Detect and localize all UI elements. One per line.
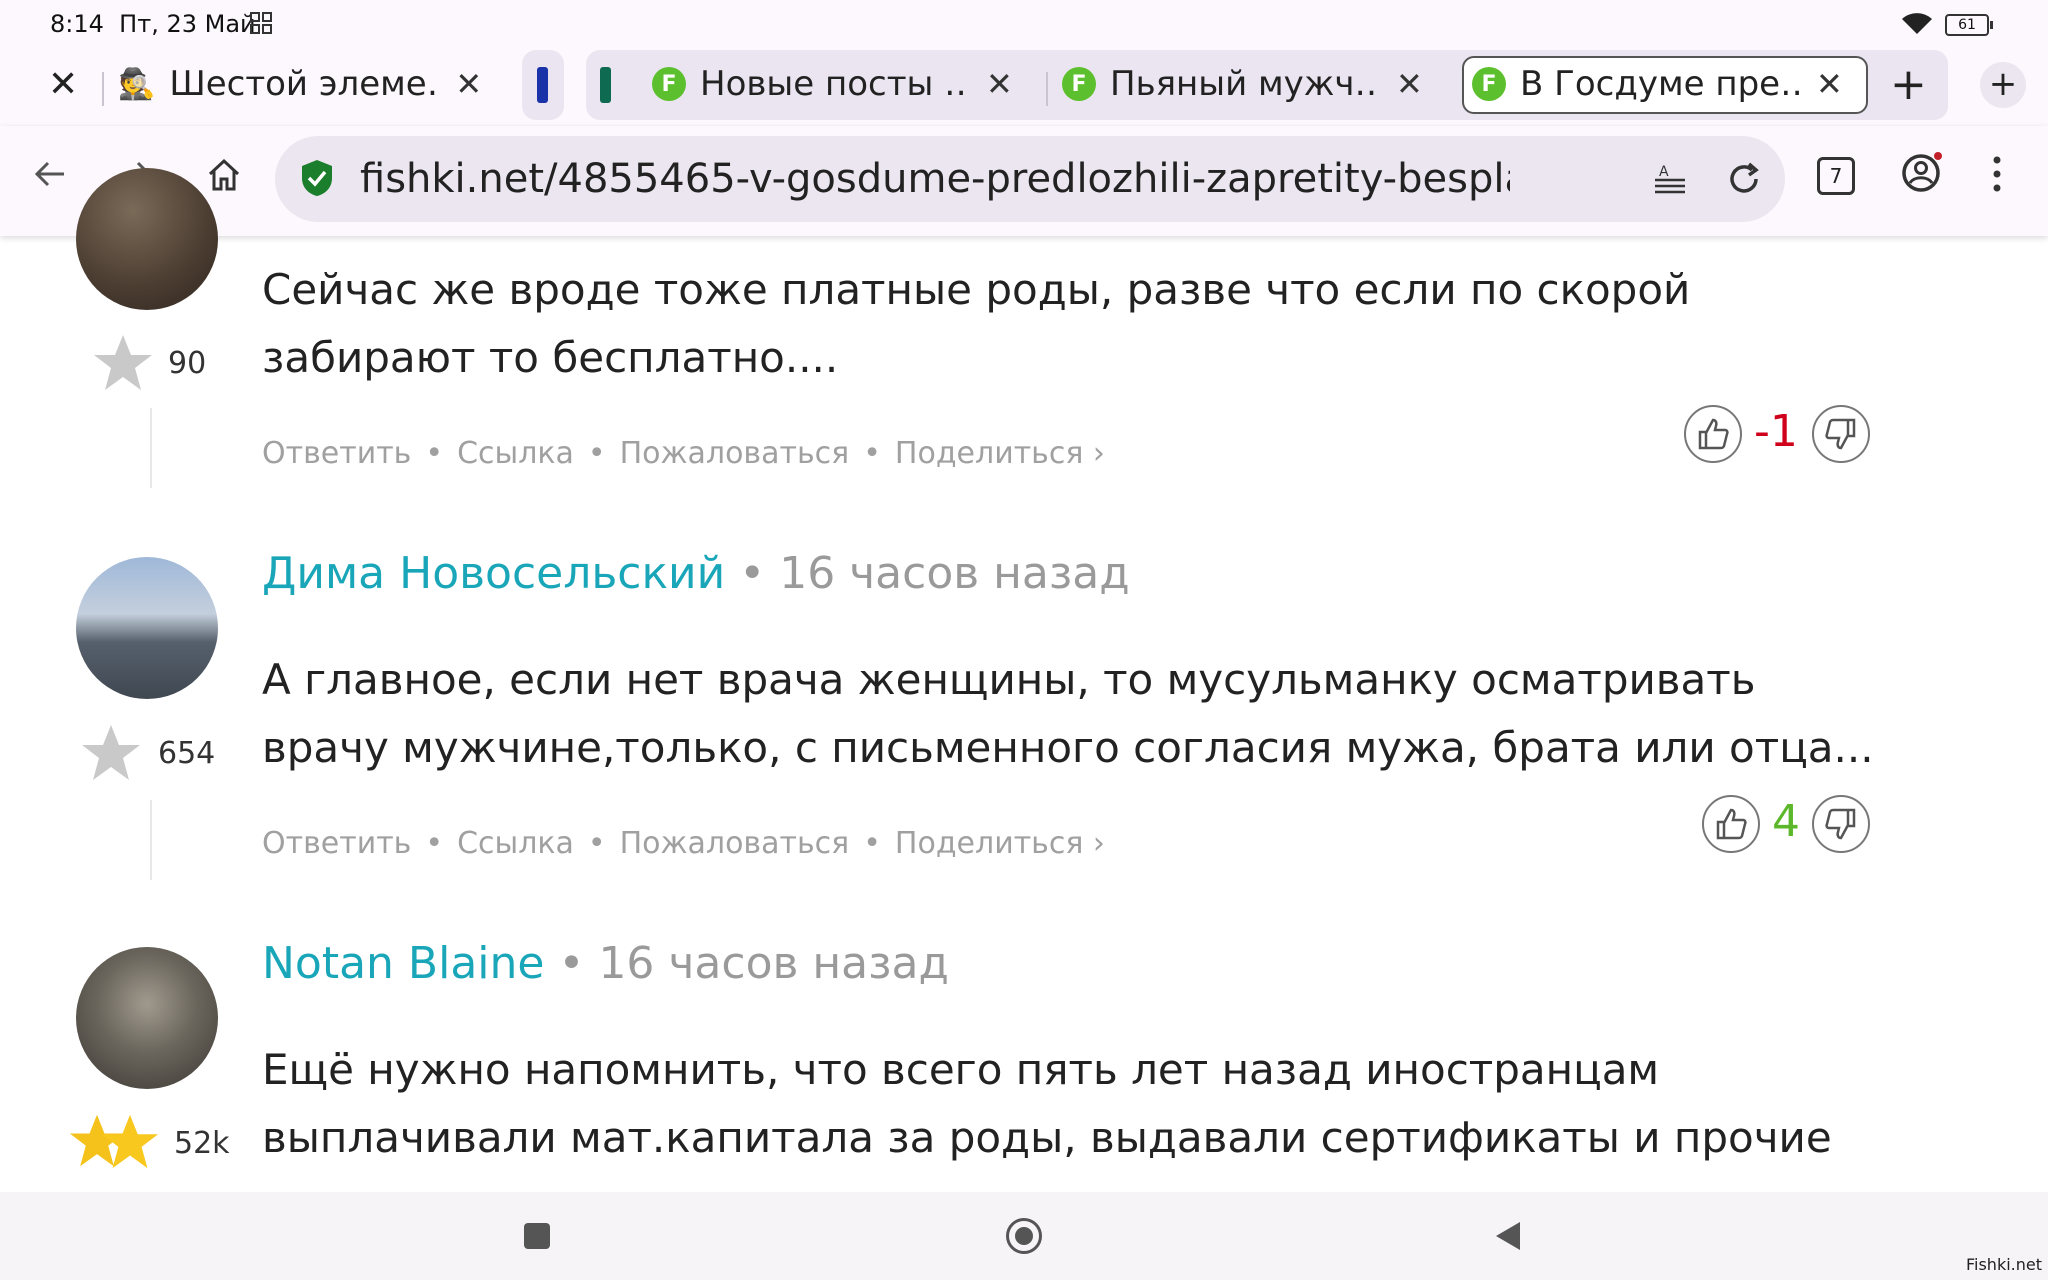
tab-shestoy-element[interactable]: 🕵 Шестой элеме… ✕ [118,56,488,112]
downvote-button[interactable] [1812,795,1870,853]
plus-icon: + [1988,64,2018,104]
back-triangle-icon[interactable] [1494,1220,1522,1252]
watermark: Fishki.net [1965,1255,2042,1274]
tab-strip: ✕ 🕵 Шестой элеме… ✕ F Новые посты … ✕ F … [0,46,2048,126]
comment-header: Notan Blaine • 16 часов назад [262,938,949,989]
menu-dots-icon[interactable] [1990,154,2004,194]
gold-star-icon [101,1114,159,1169]
reply-link[interactable]: Ответить [262,436,411,471]
close-icon: ✕ [48,63,79,105]
avatar[interactable] [76,168,218,310]
tab-pyany-muzhchina[interactable]: F Пьяный мужч… ✕ [1062,56,1434,112]
thumbs-down-icon [1825,808,1856,840]
tab-group-collapsed-blue[interactable] [522,50,564,120]
downvote-button[interactable] [1812,405,1870,463]
upvote-button[interactable] [1702,795,1760,853]
reload-icon[interactable] [1725,160,1763,198]
wifi-icon [1902,13,1932,34]
author-name[interactable]: Дима Новосельский [262,548,725,599]
comment-score: -1 [1754,406,1798,457]
comment-body: Сейчас же вроде тоже платные роды, разве… [262,265,1691,382]
home-dot-icon [1015,1227,1033,1245]
plus-icon: + [1890,58,1927,110]
tab-divider [102,72,104,106]
avatar[interactable] [76,947,218,1089]
blue-group-marker [537,67,548,103]
new-tab-button[interactable]: + [1980,62,2026,108]
tab-v-gosdume[interactable]: F В Госдуме пре… ✕ [1472,56,1856,112]
thumbs-up-icon [1698,418,1729,450]
fishki-favicon-icon: F [652,67,686,101]
thread-line [150,408,152,488]
report-link[interactable]: Пожаловаться [620,436,850,471]
tab-close-icon[interactable]: ✕ [986,65,1013,103]
emoji-favicon-icon: 🕵 [118,66,156,102]
user-rating: 654 [158,736,216,771]
new-tab-in-group-button[interactable]: + [1890,56,1927,112]
thumbs-up-icon [1716,808,1747,840]
avatar[interactable] [76,557,218,699]
share-link[interactable]: Поделиться › [895,826,1105,861]
fishki-favicon-icon: F [1472,67,1506,101]
comment-header: Дима Новосельский • 16 часов назад [262,548,1130,599]
close-tab-button[interactable]: ✕ [48,56,78,112]
comment-body: Ещё нужно напомнить, что всего пять лет … [262,1045,1832,1186]
share-link[interactable]: Поделиться › [895,436,1105,471]
tab-close-icon[interactable]: ✕ [1816,65,1843,103]
reply-link[interactable]: Ответить [262,826,411,861]
tab-close-icon[interactable]: ✕ [1396,65,1423,103]
system-nav-bar: Fishki.net [0,1192,2048,1280]
home-icon[interactable] [205,156,243,194]
author-name[interactable]: Notan Blaine [262,938,544,989]
tab-divider [1046,72,1048,106]
address-bar[interactable]: fishki.net/4855465-v-gosdume-predlozhili… [275,136,1785,222]
user-rating: 90 [168,346,207,381]
comment-time[interactable]: 16 часов назад [779,548,1129,599]
account-icon[interactable] [1900,152,1942,194]
permalink-link[interactable]: Ссылка [457,826,574,861]
back-arrow-icon[interactable] [32,156,68,192]
upvote-button[interactable] [1684,405,1742,463]
browser-toolbar: fishki.net/4855465-v-gosdume-predlozhili… [0,126,2048,236]
thread-line [150,800,152,880]
star-icon [82,725,140,780]
thumbs-down-icon [1825,418,1856,450]
url-text[interactable]: fishki.net/4855465-v-gosdume-predlozhili… [360,156,1510,202]
star-icon [94,335,152,390]
fishki-favicon-icon: F [1062,67,1096,101]
svg-text:A: A [1659,164,1669,180]
comment-actions: Ответить • Ссылка • Пожаловаться • Поделиться … [262,436,1105,471]
green-group-marker[interactable] [600,67,611,103]
home-button[interactable] [1006,1218,1042,1254]
tab-novye-posty[interactable]: F Новые посты … ✕ [652,56,1024,112]
reader-mode-icon[interactable]: A [1653,162,1687,196]
comment-time[interactable]: 16 часов назад [598,938,948,989]
report-link[interactable]: Пожаловаться [620,826,850,861]
comment-body: А главное, если нет врача женщины, то му… [262,655,1874,772]
status-time: 8:14 Пт, 23 Май [50,10,256,38]
tab-close-icon[interactable]: ✕ [455,65,482,103]
comment-actions: Ответить • Ссылка • Пожаловаться • Поделиться … [262,826,1105,861]
battery-indicator: 61 [1945,14,1993,36]
comment-score: 4 [1772,796,1800,847]
tab-switcher-button[interactable]: 7 [1817,157,1855,195]
user-rating: 52k [174,1126,230,1161]
recents-button[interactable] [524,1223,550,1249]
status-bar: 8:14 Пт, 23 Май 61 [0,0,2048,46]
secure-shield-icon[interactable] [299,158,335,198]
apps-grid-icon [250,12,272,34]
permalink-link[interactable]: Ссылка [457,436,574,471]
